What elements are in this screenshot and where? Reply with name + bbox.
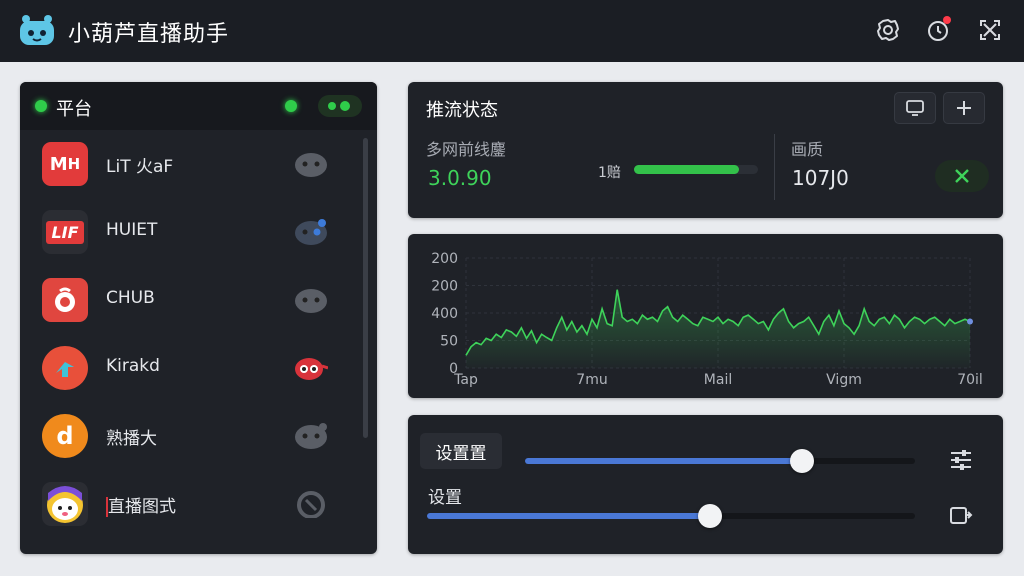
platform-name: CHUB	[106, 288, 155, 308]
sidebar-title: 平台	[56, 99, 92, 120]
y-tick-label: 400	[431, 306, 458, 322]
close-icon	[955, 169, 969, 183]
face-status-icon[interactable]	[294, 490, 328, 518]
sidebar-toggle[interactable]	[318, 95, 362, 117]
x-tick-label: Tap	[453, 372, 478, 388]
settings-button[interactable]: 设置置	[420, 433, 502, 469]
title-bar: 小葫芦直播助手	[0, 0, 1024, 62]
face-status-icon[interactable]	[294, 286, 328, 314]
slider-fill	[427, 513, 711, 519]
y-tick-label: 200	[431, 251, 458, 267]
y-tick-label: 50	[440, 334, 458, 350]
face-status-icon[interactable]	[294, 218, 328, 246]
platform-sidebar: 平台 MH LiT 火aF LIF HUIET CHUB Kirakd d 熟播…	[20, 82, 377, 554]
quality-label: 画质	[791, 140, 824, 159]
app-logo-icon	[18, 13, 56, 47]
platform-logo-icon: LIF	[42, 210, 88, 254]
fullscreen-icon[interactable]	[976, 16, 1004, 44]
stream-status-panel: 推流状态 多网前线鏖 3.0.90 1赔 画质 107J0	[408, 82, 1003, 218]
monitor-button[interactable]	[894, 92, 936, 124]
platform-item[interactable]: LIF HUIET	[20, 198, 360, 266]
platform-name: 熟播大	[106, 429, 157, 449]
face-status-icon[interactable]	[294, 422, 328, 450]
slider-fill	[525, 458, 802, 464]
progress-label: 1赔	[598, 165, 621, 181]
platform-list: MH LiT 火aF LIF HUIET CHUB Kirakd d 熟播大 直…	[20, 130, 360, 538]
settings-slider-2[interactable]	[427, 504, 915, 528]
sidebar-scrollbar[interactable]	[363, 138, 368, 438]
output-icon[interactable]	[948, 503, 974, 529]
monitor-icon	[906, 100, 924, 116]
status-title: 推流状态	[426, 100, 498, 121]
platform-item[interactable]: d 熟播大	[20, 402, 360, 470]
platform-name-text: 直播图式	[108, 497, 176, 517]
equalizer-icon[interactable]	[948, 447, 974, 473]
notification-dot	[943, 16, 951, 24]
platform-name: 直播图式	[106, 492, 176, 517]
notification-bell-icon[interactable]	[925, 16, 953, 44]
multi-network-value: 3.0.90	[428, 166, 492, 190]
status-dot-icon	[35, 100, 47, 112]
add-button[interactable]	[943, 92, 985, 124]
platform-name: Kirakd	[106, 356, 160, 376]
platform-logo-icon	[42, 346, 88, 390]
platform-item[interactable]: MH LiT 火aF	[20, 130, 360, 198]
settings-slider-1[interactable]	[525, 449, 915, 473]
stream-progress-bar	[634, 165, 758, 174]
slider-knob[interactable]	[698, 504, 723, 528]
platform-logo-icon	[42, 278, 88, 322]
divider	[774, 134, 775, 200]
platform-logo-icon: MH	[42, 142, 88, 186]
y-tick-label: 200	[431, 279, 458, 295]
platform-logo-icon: d	[42, 414, 88, 458]
platform-item[interactable]: 直播图式	[20, 470, 360, 538]
face-status-icon[interactable]	[294, 150, 328, 178]
x-tick-label: Vigm	[826, 372, 862, 388]
plus-icon	[957, 101, 971, 115]
multi-network-label: 多网前线鏖	[426, 140, 507, 159]
platform-item[interactable]: CHUB	[20, 266, 360, 334]
last-point-marker	[967, 318, 973, 325]
platform-name: LiT 火aF	[106, 157, 174, 177]
settings-gear-icon[interactable]	[874, 16, 902, 44]
x-tick-label: 70il	[957, 372, 983, 388]
face-status-icon[interactable]	[294, 354, 328, 382]
app-title: 小葫芦直播助手	[68, 22, 230, 47]
settings-panel: 设置置 设置	[408, 415, 1003, 554]
sidebar-header: 平台	[20, 82, 377, 130]
settings-label: 设置	[428, 488, 462, 508]
bitrate-chart-panel: 200 200 400 50 0 Tap 7mu Mail Vigm 70il	[408, 234, 1003, 398]
online-indicator-icon	[285, 100, 297, 112]
platform-item[interactable]: Kirakd	[20, 334, 360, 402]
x-tick-label: 7mu	[576, 372, 607, 388]
platform-name: HUIET	[106, 220, 158, 240]
quality-value: 107J0	[792, 166, 849, 190]
platform-logo-icon	[42, 482, 88, 526]
bitrate-line-chart: 200200400500Tap 7mu Mail Vigm 70il	[431, 251, 983, 388]
slider-knob[interactable]	[789, 449, 814, 473]
stop-stream-button[interactable]	[935, 160, 989, 192]
stream-progress-fill	[634, 165, 740, 174]
x-tick-label: Mail	[704, 372, 732, 388]
